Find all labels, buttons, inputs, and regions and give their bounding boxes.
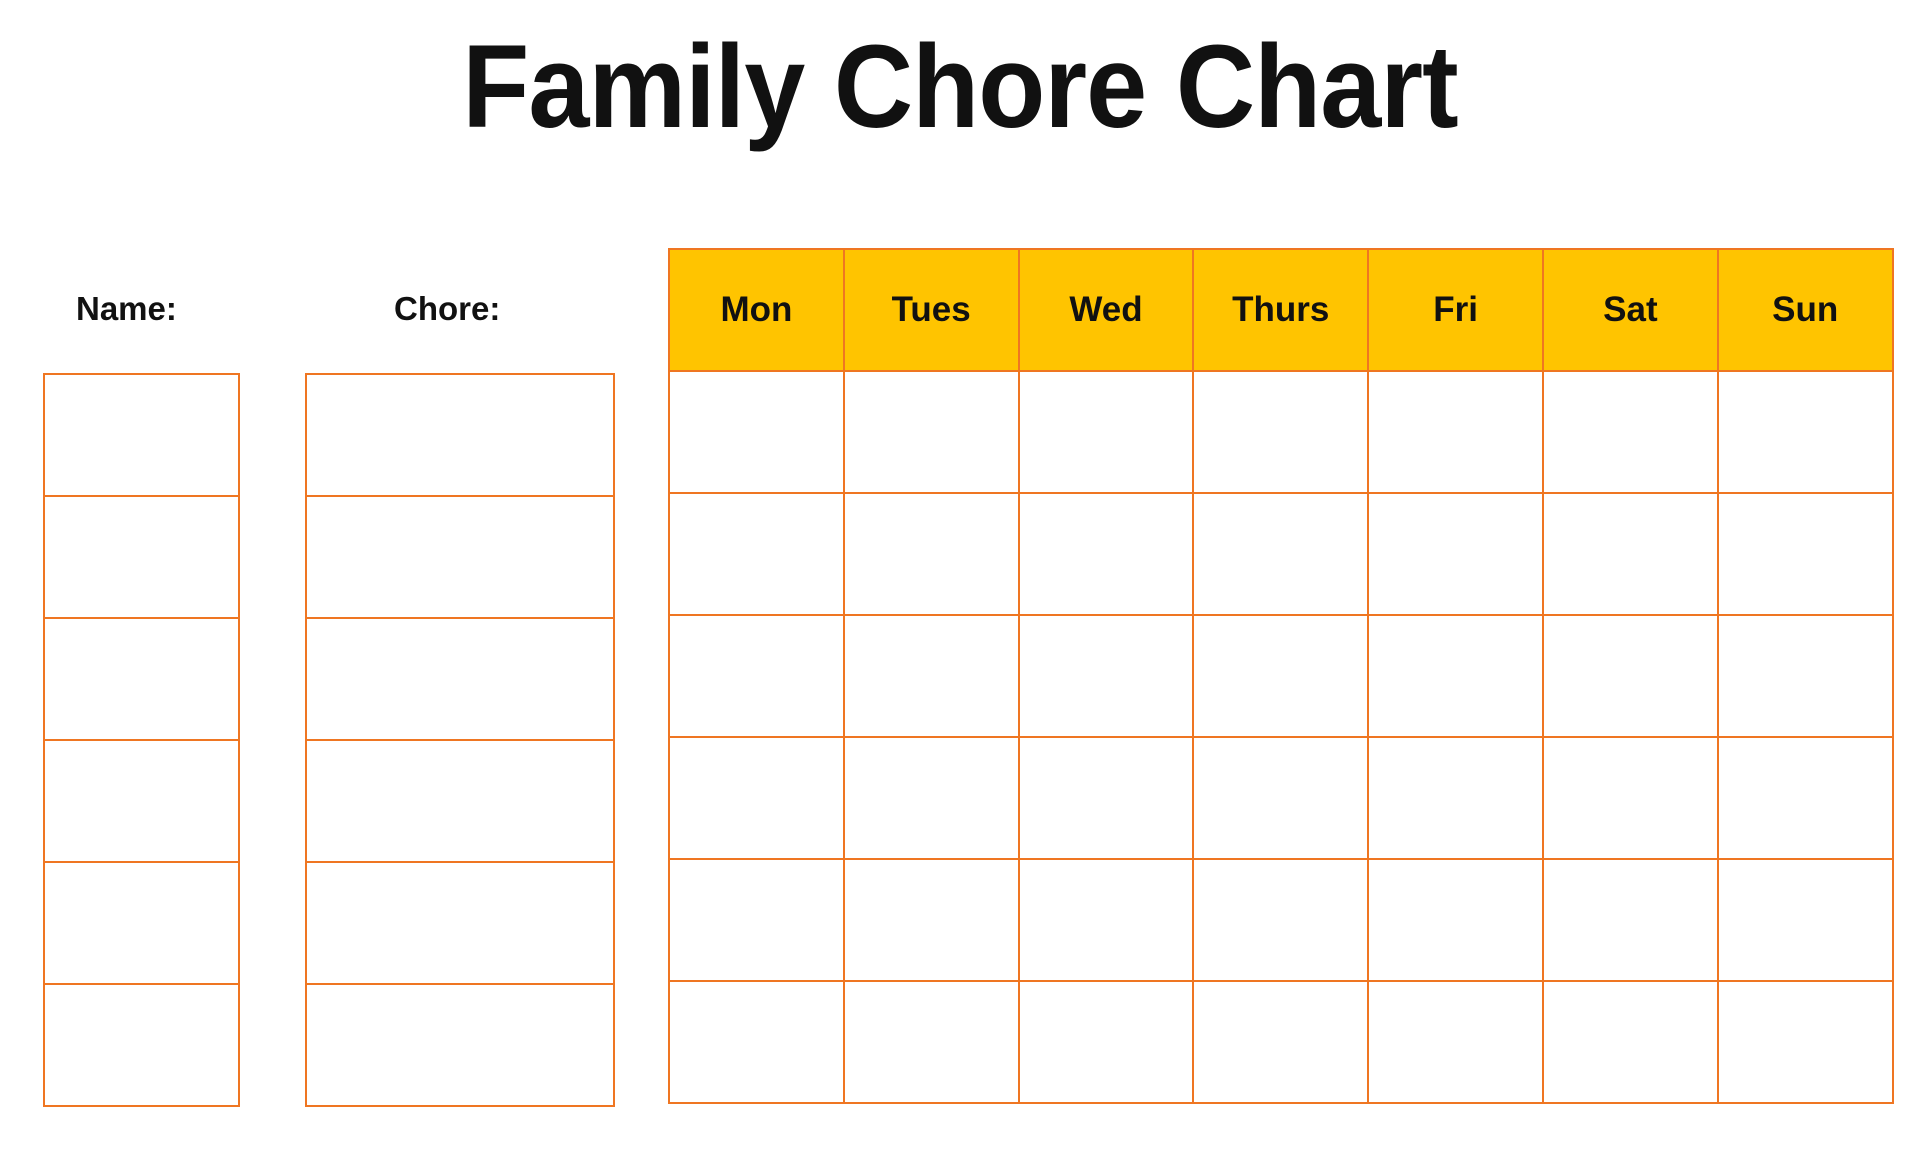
table-row [305,983,615,1107]
chore-check-cell-sun[interactable] [1716,980,1894,1104]
table-row [43,373,240,497]
chore-check-cell-fri[interactable] [1367,492,1544,616]
chore-check-cell-sat[interactable] [1541,736,1719,860]
chore-entry-cell[interactable] [305,373,615,497]
chore-check-cell-thurs[interactable] [1192,736,1370,860]
chore-check-cell-sun[interactable] [1716,858,1894,982]
table-row [668,614,1894,738]
chore-check-cell-tues[interactable] [842,858,1020,982]
chore-check-cell-sat[interactable] [1541,980,1719,1104]
table-row [305,739,615,863]
table-row [43,495,240,619]
chore-check-cell-tues[interactable] [842,736,1020,860]
chore-check-cell-thurs[interactable] [1192,492,1370,616]
chore-check-cell-fri[interactable] [1367,858,1544,982]
chore-check-cell-fri[interactable] [1367,614,1544,738]
chore-check-cell-mon[interactable] [668,614,845,738]
chore-check-cell-tues[interactable] [842,370,1020,494]
name-entry-cell[interactable] [43,617,240,741]
chore-check-cell-thurs[interactable] [1192,858,1370,982]
table-row [305,617,615,741]
chore-entry-cell[interactable] [305,495,615,619]
day-header-mon: Mon [668,248,845,372]
chore-entry-cell[interactable] [305,739,615,863]
chore-check-cell-sun[interactable] [1716,614,1894,738]
chore-check-cell-thurs[interactable] [1192,370,1370,494]
week-grid-table: Mon Tues Wed Thurs Fri Sat Sun [668,248,1894,1104]
chore-check-cell-sat[interactable] [1541,858,1719,982]
table-row [668,492,1894,616]
chore-column-heading: Chore: [394,290,501,327]
table-row [668,370,1894,494]
chore-check-cell-sun[interactable] [1716,370,1894,494]
chore-check-cell-sun[interactable] [1716,492,1894,616]
chore-check-cell-tues[interactable] [842,492,1020,616]
chore-check-cell-fri[interactable] [1367,370,1544,494]
chore-check-cell-mon[interactable] [668,980,845,1104]
name-entry-cell[interactable] [43,861,240,985]
chore-entry-cell[interactable] [305,861,615,985]
chore-check-cell-mon[interactable] [668,858,845,982]
table-row [43,617,240,741]
table-row [668,858,1894,982]
name-entry-cell[interactable] [43,983,240,1107]
chore-check-cell-sat[interactable] [1541,492,1719,616]
chore-check-cell-wed[interactable] [1017,492,1195,616]
chore-check-cell-sun[interactable] [1716,736,1894,860]
chore-check-cell-thurs[interactable] [1192,980,1370,1104]
table-row [43,983,240,1107]
week-grid-body [668,370,1894,1104]
chore-check-cell-sat[interactable] [1541,370,1719,494]
chore-column-table [305,373,615,1107]
day-header-sun: Sun [1716,248,1894,372]
chore-check-cell-fri[interactable] [1367,736,1544,860]
chore-entry-cell[interactable] [305,983,615,1107]
chore-check-cell-tues[interactable] [842,980,1020,1104]
chore-check-cell-wed[interactable] [1017,858,1195,982]
chore-check-cell-wed[interactable] [1017,736,1195,860]
name-entry-cell[interactable] [43,373,240,497]
table-row [305,373,615,497]
chore-check-cell-wed[interactable] [1017,980,1195,1104]
name-entry-cell[interactable] [43,739,240,863]
day-header-sat: Sat [1541,248,1719,372]
table-row [43,861,240,985]
table-row [668,980,1894,1104]
chore-entry-cell[interactable] [305,617,615,741]
day-header-thurs: Thurs [1192,248,1370,372]
page-title: Family Chore Chart [462,21,1458,153]
day-header-wed: Wed [1017,248,1195,372]
day-header-fri: Fri [1367,248,1544,372]
week-grid-header: Mon Tues Wed Thurs Fri Sat Sun [668,248,1894,372]
day-header-row: Mon Tues Wed Thurs Fri Sat Sun [668,248,1894,372]
table-row [43,739,240,863]
chore-check-cell-mon[interactable] [668,492,845,616]
name-column-table [43,373,240,1107]
chore-check-cell-mon[interactable] [668,736,845,860]
chore-check-cell-wed[interactable] [1017,614,1195,738]
table-row [305,861,615,985]
chore-column-body [305,373,615,1107]
name-column-body [43,373,240,1107]
chore-check-cell-tues[interactable] [842,614,1020,738]
day-header-tues: Tues [842,248,1020,372]
chore-check-cell-fri[interactable] [1367,980,1544,1104]
chore-check-cell-wed[interactable] [1017,370,1195,494]
chore-check-cell-mon[interactable] [668,370,845,494]
chore-check-cell-sat[interactable] [1541,614,1719,738]
chore-check-cell-thurs[interactable] [1192,614,1370,738]
table-row [305,495,615,619]
table-row [668,736,1894,860]
name-entry-cell[interactable] [43,495,240,619]
name-column-heading: Name: [76,290,177,327]
